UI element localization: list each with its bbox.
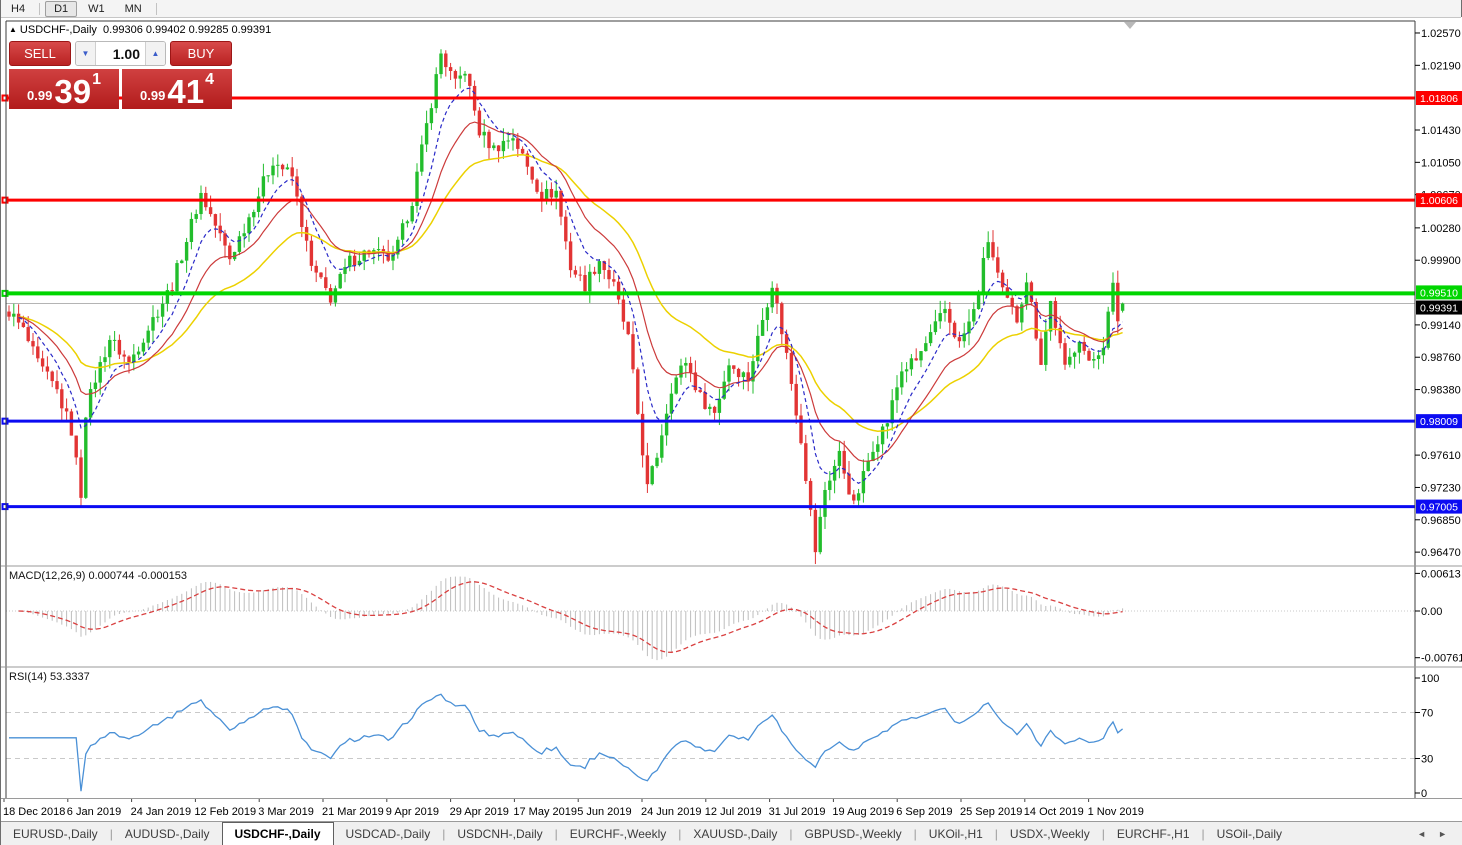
svg-text:0.00613: 0.00613 (1421, 568, 1461, 580)
sell-button[interactable]: SELL (9, 41, 71, 66)
toolbar-separator (155, 2, 157, 15)
svg-text:0.97005: 0.97005 (1420, 502, 1458, 514)
svg-text:0: 0 (1421, 788, 1427, 800)
sell-price-button[interactable]: 0.99 39 1 (9, 69, 119, 109)
svg-text:17 May 2019: 17 May 2019 (513, 806, 577, 818)
tab-ukoil-h1[interactable]: UKOil-,H1 (917, 822, 995, 845)
svg-text:0.98760: 0.98760 (1421, 352, 1461, 364)
svg-text:0.99391: 0.99391 (1420, 303, 1458, 315)
svg-text:24 Jun 2019: 24 Jun 2019 (641, 806, 702, 818)
tab-usdx-weekly[interactable]: USDX-,Weekly (998, 822, 1102, 845)
timeframe-button-h4[interactable]: H4 (2, 1, 34, 17)
svg-text:1.02570: 1.02570 (1421, 28, 1461, 40)
svg-text:29 Apr 2019: 29 Apr 2019 (450, 806, 509, 818)
chart-ohlc-values: 0.99306 0.99402 0.99285 0.99391 (103, 24, 272, 36)
sell-price-main: 39 (54, 72, 92, 110)
tab-usoil-daily[interactable]: USOil-,Daily (1205, 822, 1294, 845)
svg-text:1.01050: 1.01050 (1421, 157, 1461, 169)
svg-text:19 Aug 2019: 19 Aug 2019 (832, 806, 894, 818)
svg-text:0.96850: 0.96850 (1421, 515, 1461, 527)
svg-text:21 Mar 2019: 21 Mar 2019 (322, 806, 384, 818)
tab-xauusd-daily[interactable]: XAUUSD-,Daily (681, 822, 789, 845)
svg-text:0.97610: 0.97610 (1421, 450, 1461, 462)
chart-canvas[interactable]: 1.025701.021901.014301.010501.006701.002… (1, 0, 1462, 821)
sell-price-pip: 1 (92, 71, 101, 88)
svg-text:0.98009: 0.98009 (1420, 416, 1458, 428)
volume-increase-button[interactable]: ▲ (145, 42, 165, 65)
svg-text:0.97230: 0.97230 (1421, 482, 1461, 494)
svg-text:14 Oct 2019: 14 Oct 2019 (1024, 806, 1084, 818)
tab-scroll-arrows: ◄ ► (1417, 822, 1462, 845)
rsi-indicator-label: RSI(14) 53.3337 (9, 671, 90, 683)
trading-terminal-window: H4 D1 W1 MN 1.02570 1.02190 1.01430 1.01050… (0, 0, 1462, 845)
svg-text:0.00: 0.00 (1421, 606, 1442, 618)
svg-text:0.99140: 0.99140 (1421, 320, 1461, 332)
svg-text:0.98380: 0.98380 (1421, 385, 1461, 397)
tab-scroll-left-icon[interactable]: ◄ (1417, 829, 1426, 839)
chart-tab-bar: EURUSD-,Daily | AUDUSD-,Daily USDCHF-,Daily… (1, 821, 1462, 845)
svg-text:0.99510: 0.99510 (1420, 287, 1458, 299)
svg-text:18 Dec 2018: 18 Dec 2018 (3, 806, 65, 818)
chart-background (1, 17, 1462, 821)
tab-scroll-right-icon[interactable]: ► (1438, 829, 1447, 839)
buy-button[interactable]: BUY (170, 41, 232, 66)
buy-price-prefix: 0.99 (140, 88, 166, 103)
svg-text:12 Feb 2019: 12 Feb 2019 (194, 806, 256, 818)
volume-control: ▼ ▲ (75, 41, 166, 66)
volume-decrease-button[interactable]: ▼ (76, 42, 96, 65)
svg-text:6 Sep 2019: 6 Sep 2019 (896, 806, 952, 818)
tab-eurusd-daily[interactable]: EURUSD-,Daily (1, 822, 110, 845)
volume-input[interactable] (96, 42, 145, 65)
svg-text:31 Jul 2019: 31 Jul 2019 (769, 806, 826, 818)
chart-title: ▲ USDCHF-,Daily 0.99306 0.99402 0.99285 0… (9, 24, 271, 36)
svg-text:1.00606: 1.00606 (1420, 195, 1458, 207)
tab-eurchf-h1[interactable]: EURCHF-,H1 (1105, 822, 1202, 845)
svg-text:3 Mar 2019: 3 Mar 2019 (258, 806, 314, 818)
svg-text:9 Apr 2019: 9 Apr 2019 (386, 806, 439, 818)
buy-price-button[interactable]: 0.99 41 4 (122, 69, 232, 109)
timeframe-toolbar: H4 D1 W1 MN (1, 0, 1461, 18)
svg-text:1.02190: 1.02190 (1421, 60, 1461, 72)
chart-symbol-label: USDCHF-,Daily (19, 24, 97, 36)
collapse-icon: ▲ (9, 25, 17, 34)
sell-price-prefix: 0.99 (27, 88, 53, 103)
svg-text:1.01430: 1.01430 (1421, 125, 1461, 137)
chevron-up-icon: ▲ (151, 49, 160, 58)
macd-signal-value: -0.000153 (137, 570, 187, 582)
svg-text:70: 70 (1421, 708, 1433, 720)
svg-text:0.96470: 0.96470 (1421, 547, 1461, 559)
tab-usdcnh-daily[interactable]: USDCNH-,Daily (445, 822, 554, 845)
tab-audusd-daily[interactable]: AUDUSD-,Daily (113, 822, 222, 845)
timeframe-button-w1[interactable]: W1 (79, 1, 114, 17)
tab-usdchf-daily[interactable]: USDCHF-,Daily (221, 822, 334, 845)
tab-gbpusd-weekly[interactable]: GBPUSD-,Weekly (793, 822, 914, 845)
svg-text:1.01806: 1.01806 (1420, 93, 1458, 105)
svg-text:25 Sep 2019: 25 Sep 2019 (960, 806, 1022, 818)
svg-text:5 Jun 2019: 5 Jun 2019 (577, 806, 631, 818)
svg-text:0.99900: 0.99900 (1421, 255, 1461, 267)
macd-main-value: 0.000744 (88, 570, 135, 582)
svg-text:100: 100 (1421, 673, 1439, 685)
svg-text:6 Jan 2019: 6 Jan 2019 (67, 806, 121, 818)
chevron-down-icon: ▼ (81, 49, 90, 58)
timeframe-button-d1[interactable]: D1 (45, 0, 78, 17)
svg-text:1.00280: 1.00280 (1421, 223, 1461, 235)
rsi-value: 53.3337 (49, 671, 90, 683)
svg-text:24 Jan 2019: 24 Jan 2019 (131, 806, 192, 818)
tab-eurchf-weekly[interactable]: EURCHF-,Weekly (558, 822, 678, 845)
macd-indicator-label: MACD(12,26,9) 0.000744 -0.000153 (9, 570, 187, 582)
tab-usdcad-daily[interactable]: USDCAD-,Daily (334, 822, 443, 845)
svg-text:1 Nov 2019: 1 Nov 2019 (1088, 806, 1144, 818)
timeframe-button-mn[interactable]: MN (116, 1, 151, 17)
buy-price-pip: 4 (205, 71, 214, 88)
svg-text:-0.007612: -0.007612 (1421, 653, 1462, 665)
svg-text:30: 30 (1421, 754, 1433, 766)
one-click-trading-panel: SELL ▼ ▲ BUY 0.99391 0.99414 (9, 41, 232, 109)
buy-price-main: 41 (167, 72, 205, 110)
toolbar-separator (39, 2, 41, 15)
svg-text:12 Jul 2019: 12 Jul 2019 (705, 806, 762, 818)
